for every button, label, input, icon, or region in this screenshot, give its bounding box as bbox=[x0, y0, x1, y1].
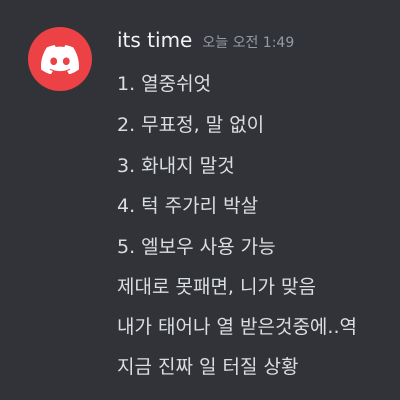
message-line: 내가 태어나 열 받은것중에..역 bbox=[117, 316, 357, 338]
message-line: 제대로 못패면, 니가 맞음 bbox=[117, 276, 316, 298]
username[interactable]: its time bbox=[117, 28, 192, 52]
discord-logo-icon bbox=[41, 44, 79, 74]
message-header: its time 오늘 오전 1:49 bbox=[117, 28, 294, 52]
message-line: 지금 진짜 일 터질 상황 bbox=[117, 356, 299, 378]
message-line: 5. 엘보우 사용 가능 bbox=[117, 236, 276, 258]
timestamp: 오늘 오전 1:49 bbox=[202, 35, 295, 51]
message-line: 1. 열중쉬엇 bbox=[117, 73, 212, 95]
message-line: 3. 화내지 말것 bbox=[117, 155, 235, 177]
avatar[interactable] bbox=[28, 27, 92, 91]
message-line: 2. 무표정, 말 없이 bbox=[117, 114, 265, 136]
chat-message: its time 오늘 오전 1:49 1. 열중쉬엇 2. 무표정, 말 없이… bbox=[0, 0, 400, 400]
message-line: 4. 턱 주가리 박살 bbox=[117, 195, 259, 217]
